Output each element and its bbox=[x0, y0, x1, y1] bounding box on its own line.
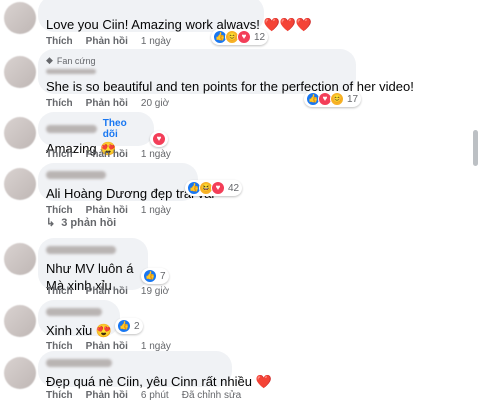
comment-text: Đẹp quá nè Ciin, yêu Cinn rất nhiều ❤️ bbox=[46, 374, 272, 389]
love-icon: ♥ bbox=[237, 30, 251, 44]
badge-label: Fan cứng bbox=[56, 55, 96, 66]
reply-button[interactable]: Phản hồi bbox=[86, 98, 128, 109]
comment-text: Xinh xỉu 😍 bbox=[46, 323, 113, 338]
timestamp[interactable]: 6 phút bbox=[141, 390, 169, 401]
avatar[interactable] bbox=[4, 2, 36, 34]
like-button[interactable]: Thích bbox=[46, 36, 73, 47]
reaction-count: 2 bbox=[134, 320, 140, 332]
comment-bubble: Như MV luôn á Mà xinh xỉu bbox=[38, 238, 148, 293]
care-icon: 😊 bbox=[330, 92, 344, 106]
reaction-count: 12 bbox=[254, 31, 266, 43]
comment-bubble: ◆ Fan cứng She is so beautiful and ten p… bbox=[38, 49, 414, 94]
love-icon: ♥ bbox=[211, 181, 225, 195]
author-name[interactable] bbox=[46, 359, 112, 367]
comment-actions: Thích Phản hồi 1 ngày bbox=[46, 149, 171, 160]
reaction-count: 42 bbox=[228, 182, 240, 194]
reaction-summary[interactable]: 👍 😊 ♥ 12 bbox=[211, 29, 269, 45]
scrollbar-thumb[interactable] bbox=[473, 130, 478, 166]
timestamp[interactable]: 1 ngày bbox=[141, 205, 171, 216]
comment-text-line1: Như MV luôn á bbox=[46, 261, 134, 276]
timestamp[interactable]: 20 giờ bbox=[141, 98, 169, 109]
comment-bubble: Xinh xỉu 😍 bbox=[38, 300, 120, 338]
avatar[interactable] bbox=[4, 243, 36, 275]
like-button[interactable]: Thích bbox=[46, 149, 73, 160]
like-button[interactable]: Thích bbox=[46, 390, 73, 401]
like-icon: 👍 bbox=[143, 269, 157, 283]
replies-count: 3 phản hồi bbox=[61, 216, 117, 229]
comment-actions: Thích Phản hồi 20 giờ bbox=[46, 98, 169, 109]
comment-actions: Thích Phản hồi 1 ngày bbox=[46, 36, 171, 47]
author-name[interactable] bbox=[46, 308, 102, 316]
timestamp[interactable]: 1 ngày bbox=[141, 149, 171, 160]
reaction-summary[interactable]: ♥ bbox=[150, 131, 168, 147]
like-icon: 👍 bbox=[117, 319, 131, 333]
reply-button[interactable]: Phản hồi bbox=[86, 149, 128, 160]
reaction-summary[interactable]: 👍 7 bbox=[141, 268, 169, 284]
edited-label: Đã chỉnh sửa bbox=[181, 390, 242, 401]
timestamp[interactable]: 1 ngày bbox=[141, 36, 171, 47]
timestamp[interactable]: 19 giờ bbox=[141, 286, 169, 297]
comment-bubble: Theo dõi Amazing 😍 bbox=[38, 112, 154, 156]
comment-bubble: Love you Ciin! Amazing work always! ❤️❤️… bbox=[38, 0, 312, 32]
avatar[interactable] bbox=[4, 56, 36, 88]
avatar[interactable] bbox=[4, 305, 36, 337]
author-name[interactable] bbox=[46, 125, 97, 133]
reply-button[interactable]: Phản hồi bbox=[86, 205, 128, 216]
comment-actions: Thích Phản hồi 19 giờ bbox=[46, 286, 169, 297]
reaction-count: 17 bbox=[347, 93, 359, 105]
author-name[interactable] bbox=[46, 171, 106, 179]
comment-actions: Thích Phản hồi 6 phút Đã chỉnh sửa bbox=[46, 390, 241, 401]
like-button[interactable]: Thích bbox=[46, 286, 73, 297]
diamond-icon: ◆ bbox=[46, 55, 53, 65]
reply-button[interactable]: Phản hồi bbox=[86, 286, 128, 297]
author-name[interactable] bbox=[46, 246, 116, 254]
reply-arrow-icon: ↳ bbox=[46, 217, 56, 229]
comment-bubble: Ali Hoàng Dương đẹp trai vãi bbox=[38, 163, 215, 201]
fan-badge: ◆ Fan cứng bbox=[46, 55, 344, 66]
reply-button[interactable]: Phản hồi bbox=[86, 36, 128, 47]
view-replies-button[interactable]: ↳ 3 phản hồi bbox=[46, 216, 117, 230]
like-button[interactable]: Thích bbox=[46, 205, 73, 216]
reaction-summary[interactable]: 👍 😆 ♥ 42 bbox=[185, 180, 243, 196]
scrollbar[interactable] bbox=[470, 0, 480, 408]
comment-text: Ali Hoàng Dương đẹp trai vãi bbox=[46, 186, 215, 201]
author-name[interactable] bbox=[46, 69, 96, 74]
avatar[interactable] bbox=[4, 357, 36, 389]
avatar[interactable] bbox=[4, 168, 36, 200]
reaction-summary[interactable]: 👍 2 bbox=[115, 318, 143, 334]
like-button[interactable]: Thích bbox=[46, 98, 73, 109]
follow-button[interactable]: Theo dõi bbox=[103, 118, 142, 140]
love-icon: ♥ bbox=[152, 132, 166, 146]
comment-bubble: Đẹp quá nè Ciin, yêu Cinn rất nhiều ❤️ bbox=[38, 351, 272, 389]
reaction-count: 7 bbox=[160, 270, 166, 282]
reply-button[interactable]: Phản hồi bbox=[86, 390, 128, 401]
reaction-summary[interactable]: 👍 ♥ 😊 17 bbox=[304, 91, 362, 107]
comment-text: She is so beautiful and ten points for t… bbox=[46, 79, 414, 94]
avatar[interactable] bbox=[4, 117, 36, 149]
comment-actions: Thích Phản hồi 1 ngày bbox=[46, 205, 171, 216]
